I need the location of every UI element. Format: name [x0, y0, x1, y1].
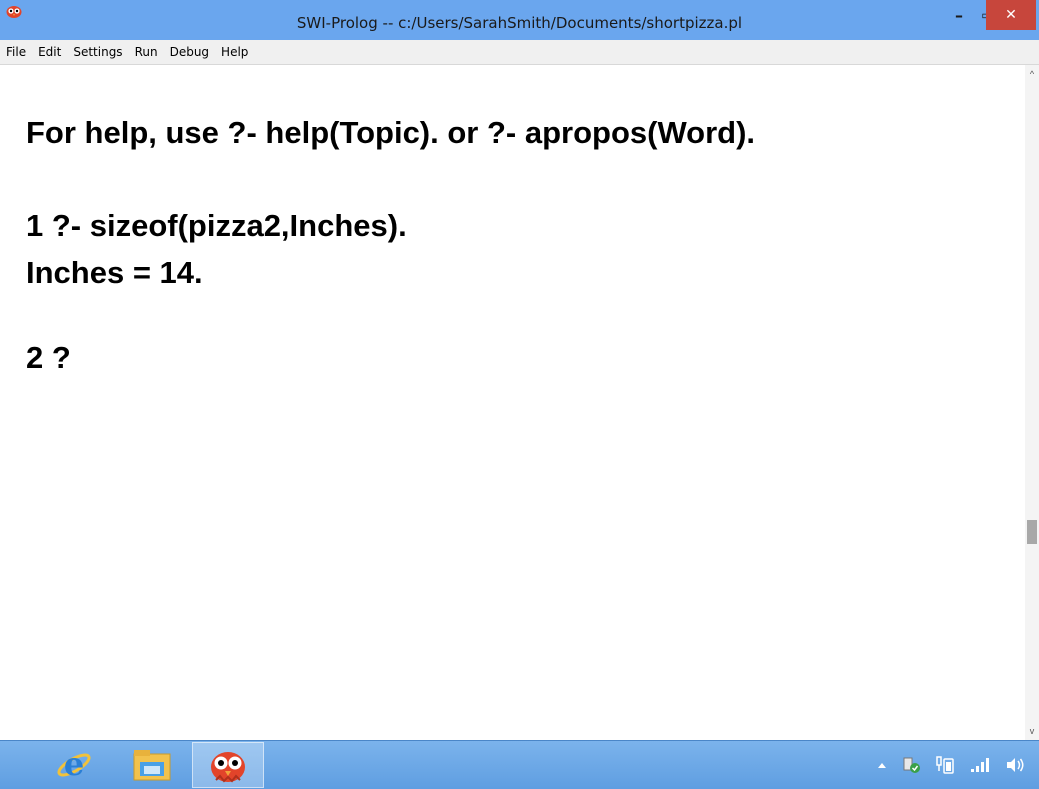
close-button[interactable]: ✕: [986, 0, 1036, 30]
scroll-up-arrow-icon[interactable]: ^: [1025, 67, 1039, 81]
close-icon: ✕: [1005, 7, 1017, 23]
window-title: SWI-Prolog -- c:/Users/SarahSmith/Docume…: [296, 14, 743, 32]
menu-file[interactable]: File: [0, 45, 32, 59]
taskbar-swi-prolog[interactable]: [192, 742, 264, 788]
menu-bar: File Edit Settings Run Debug Help: [0, 40, 1039, 65]
show-hidden-icons-arrow[interactable]: [877, 761, 887, 769]
console-help-line: For help, use ?- help(Topic). or ?- apro…: [26, 115, 756, 150]
menu-edit[interactable]: Edit: [32, 45, 67, 59]
console-output[interactable]: For help, use ?- help(Topic). or ?- apro…: [0, 65, 1025, 740]
taskbar-file-explorer[interactable]: [116, 742, 188, 788]
menu-settings[interactable]: Settings: [67, 45, 128, 59]
minimize-icon: –: [955, 5, 963, 25]
menu-run[interactable]: Run: [129, 45, 164, 59]
internet-explorer-icon: e: [57, 746, 91, 783]
system-tray: [877, 741, 1025, 789]
taskbar-internet-explorer[interactable]: e: [38, 742, 110, 788]
power-icon[interactable]: [935, 755, 955, 775]
console-query-line: 1 ?- sizeof(pizza2,Inches).: [26, 208, 407, 243]
file-explorer-icon: [133, 750, 171, 781]
menu-help[interactable]: Help: [215, 45, 254, 59]
swi-prolog-icon: [211, 752, 245, 783]
minimize-button[interactable]: –: [945, 0, 973, 30]
volume-icon[interactable]: [1005, 756, 1025, 774]
title-bar[interactable]: SWI-Prolog -- c:/Users/SarahSmith/Docume…: [0, 0, 1039, 40]
vertical-scrollbar[interactable]: ^ v: [1025, 65, 1039, 740]
action-center-icon[interactable]: [901, 756, 921, 774]
taskbar: e: [0, 740, 1039, 789]
console-prompt-line[interactable]: 2 ?: [26, 340, 71, 376]
network-signal-icon[interactable]: [969, 757, 991, 773]
scroll-thumb[interactable]: [1027, 520, 1037, 544]
svg-text:e: e: [64, 746, 84, 783]
menu-debug[interactable]: Debug: [164, 45, 215, 59]
scroll-down-arrow-icon[interactable]: v: [1025, 724, 1039, 738]
console-result-line: Inches = 14.: [26, 255, 203, 290]
